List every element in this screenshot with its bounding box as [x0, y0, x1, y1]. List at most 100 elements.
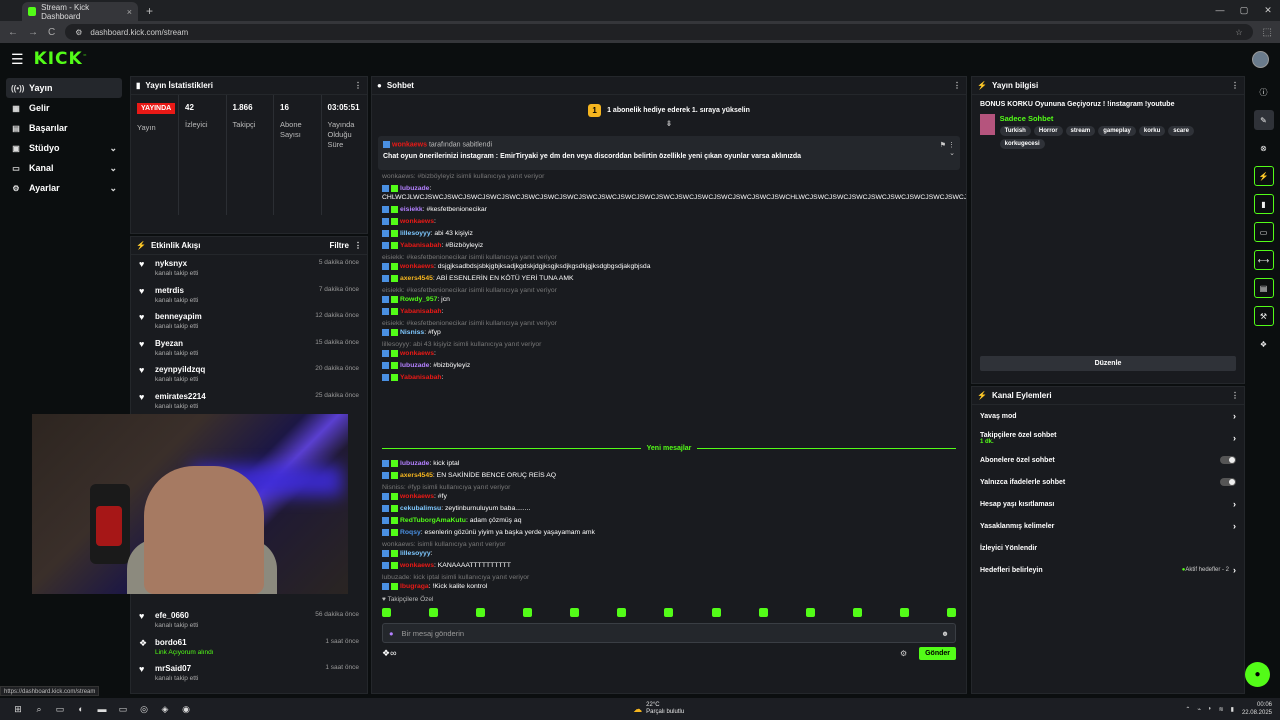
chat-username[interactable]: axers4545	[400, 472, 433, 479]
emote-icon[interactable]	[805, 608, 815, 617]
chat-username[interactable]: wonkaews	[400, 263, 434, 270]
chat-username[interactable]: lillesoyyy	[400, 550, 431, 557]
emote-icon[interactable]	[570, 608, 580, 617]
close-window-icon[interactable]: ✕	[1256, 0, 1280, 21]
sidebar-item-2[interactable]: ▤ Başarılar	[6, 118, 122, 138]
emote-icon[interactable]	[429, 608, 439, 617]
chat-username[interactable]: Rowdy_957	[400, 296, 437, 303]
activity-username[interactable]: nyksnyx	[155, 259, 198, 268]
panel-icon[interactable]: ▤	[1253, 278, 1274, 298]
chat-username[interactable]: Roqsy	[400, 529, 421, 536]
chat-message[interactable]: eisiekk: #kesfetbenionecikar isimli kull…	[382, 253, 956, 271]
kick-logo[interactable]: KICK™	[34, 49, 88, 69]
chat-username[interactable]: lillesoyyy	[400, 230, 431, 237]
sidebar-item-5[interactable]: ⚙ Ayarlar ⌄	[6, 178, 122, 198]
activity-username[interactable]: efe_0660	[155, 611, 198, 620]
layout-icon[interactable]: ⊗	[1254, 138, 1274, 158]
activity-item[interactable]: ♥ metrdis kanalı takip etti 7 dakika önce	[131, 282, 367, 309]
chat-username[interactable]: wonkaews	[400, 350, 434, 357]
app-icon[interactable]: ◉	[180, 703, 192, 715]
chat-username[interactable]: eisiekk	[400, 206, 423, 213]
new-tab-button[interactable]: +	[146, 4, 153, 18]
channel-points-icon[interactable]: ❖∞	[382, 648, 396, 659]
emoji-icon[interactable]: ☻	[941, 629, 949, 638]
site-info-icon[interactable]: ⚙	[75, 28, 82, 37]
activity-item[interactable]: ♥ benneyapim kanalı takip etti 12 dakika ön…	[131, 308, 367, 335]
channel-action-item[interactable]: Yalnızca ifadelerle sohbet	[972, 471, 1244, 493]
chat-username[interactable]: wonkaews	[400, 218, 434, 225]
activity-item[interactable]: ♥ efe_0660 kanalı takip etti 56 dakika önce	[131, 607, 367, 634]
chat-username[interactable]: Yabanisabah	[400, 374, 442, 381]
emote-icon[interactable]	[758, 608, 768, 617]
chat-message[interactable]: wonkaews: #bizböyleyiz isimli kullanıcıy…	[382, 172, 956, 181]
activity-item[interactable]: ♥ nyksnyx kanalı takip etti 5 dakika önce	[131, 255, 367, 282]
chat-message[interactable]: axers4545: EN SAKİNİDE BENCE ORUÇ REİS A…	[382, 471, 956, 480]
chat-username[interactable]: lubuzade	[400, 362, 429, 369]
stream-info-menu-icon[interactable]: ⋮	[1231, 81, 1239, 90]
tag-chip[interactable]: korkugecesi	[999, 139, 1045, 149]
channel-action-item[interactable]: Abonelere özel sohbet	[972, 449, 1244, 471]
chat-username[interactable]: RedTuborgAmaKutu	[400, 517, 466, 524]
reload-icon[interactable]: C	[48, 27, 55, 38]
chat-icon[interactable]: ▭	[1253, 222, 1274, 242]
emote-icon[interactable]	[852, 608, 862, 617]
clock[interactable]: 00:06 22.08.2025	[1242, 701, 1272, 717]
chat-message[interactable]: Yabanisabah: #Bizböyleyiz	[382, 241, 956, 250]
mic-icon[interactable]: ●	[389, 629, 394, 638]
chat-username[interactable]: lbugraga	[400, 583, 429, 590]
activity-username[interactable]: zeynpyildzqq	[155, 365, 205, 374]
activity-username[interactable]: Byezan	[155, 339, 198, 348]
stretch-icon[interactable]: ⟷	[1253, 250, 1274, 270]
app-icon[interactable]: ◈	[159, 703, 171, 715]
chat-username[interactable]: Yabanisabah	[400, 308, 442, 315]
channel-actions-menu-icon[interactable]: ⋮	[1231, 391, 1239, 400]
sidebar-item-4[interactable]: ▭ Kanal ⌄	[6, 158, 122, 178]
activity-username[interactable]: benneyapim	[155, 312, 202, 321]
chat-message[interactable]: cekubalimsu: zeytinburnuluyum baba......…	[382, 504, 956, 513]
sidebar-item-3[interactable]: ▣ Stüdyo ⌄	[6, 138, 122, 158]
chat-message[interactable]: lillesoyyy: abi 43 kişiyiz	[382, 229, 956, 238]
chat-username[interactable]: cekubalimsu	[400, 505, 441, 512]
tray-icon[interactable]: ≋	[1219, 706, 1224, 713]
pinned-expand-icon[interactable]: ⌄	[949, 149, 955, 160]
info-icon[interactable]: ⓘ	[1254, 82, 1274, 102]
start-icon[interactable]: ⊞	[12, 703, 24, 715]
explorer-icon[interactable]: ▭	[117, 703, 129, 715]
emote-icon[interactable]	[946, 608, 956, 617]
activity-username[interactable]: metrdis	[155, 286, 198, 295]
tray-icon[interactable]: ◗	[1208, 706, 1212, 713]
task-view-icon[interactable]: ▭	[54, 703, 66, 715]
channel-action-item[interactable]: Yavaş mod ›	[972, 405, 1244, 427]
emote-icon[interactable]	[899, 608, 909, 617]
stats-menu-icon[interactable]: ⋮	[354, 81, 362, 90]
emote-icon[interactable]	[711, 608, 721, 617]
tray-icon[interactable]: ▮	[1231, 706, 1234, 713]
bookmark-star-icon[interactable]: ☆	[1235, 28, 1242, 37]
weather-widget[interactable]: ☁ 22°C Parçalı bulutlu	[633, 702, 684, 716]
chat-message[interactable]: eisiekk: #kesfetbenionecikar	[382, 205, 956, 214]
activity-username[interactable]: mrSaid07	[155, 664, 198, 673]
chat-message[interactable]: lubuzade: CHLWCJLWCJSWCJSWCJSWCJSWCJSWCJ…	[382, 184, 966, 202]
chat-username[interactable]: lubuzade	[400, 460, 429, 467]
chrome-icon[interactable]: ◎	[138, 703, 150, 715]
chat-message[interactable]: wonkaews: isimli kullanıcıya yanıt veriy…	[382, 540, 956, 558]
pinned-message[interactable]: wonkaews tarafından sabitlendi ⚑ ⋮ Chat …	[378, 136, 960, 170]
chat-message[interactable]: lillesoyyy: abi 43 kişiyiz isimli kullan…	[382, 340, 956, 358]
chat-message[interactable]: eisiekk: #kesfetbenionecikar isimli kull…	[382, 319, 956, 337]
activity-item[interactable]: ♥ zeynpyildzqq kanalı takip etti 20 dakika …	[131, 361, 367, 388]
chat-username[interactable]: axers4545	[400, 275, 433, 282]
chat-message[interactable]: Roqsy: esenlerin gözünü yiyim ya başka y…	[382, 528, 956, 537]
chat-settings-icon[interactable]: ⚙	[900, 649, 907, 658]
category-name[interactable]: Sadece Sohbet	[1000, 114, 1236, 123]
chat-message[interactable]: axers4545: ABİ ESENLERİN EN KÖTÜ YERİ TU…	[382, 274, 956, 283]
extensions-icon[interactable]: ⬚	[1263, 27, 1272, 38]
emote-icon[interactable]	[617, 608, 627, 617]
emote-icon[interactable]	[382, 608, 391, 617]
chat-message[interactable]: Yabanisabah:	[382, 373, 956, 382]
chat-username[interactable]: wonkaews	[400, 562, 434, 569]
chat-message[interactable]: wonkaews: KANAAAATTTTTTTTTT	[382, 561, 956, 570]
emote-icon[interactable]	[476, 608, 486, 617]
search-icon[interactable]: ⌕	[33, 703, 45, 715]
channel-action-item[interactable]: Yasaklanmış kelimeler ›	[972, 515, 1244, 537]
category-thumbnail[interactable]	[980, 114, 995, 135]
